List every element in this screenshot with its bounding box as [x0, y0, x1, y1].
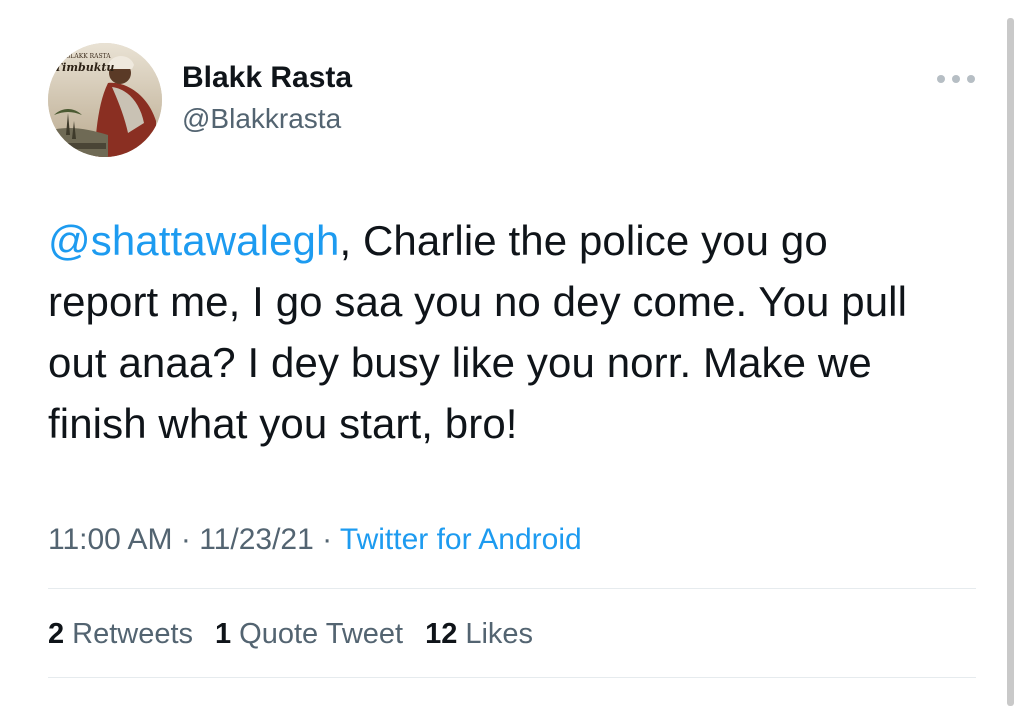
more-horizontal-icon-dot [967, 75, 975, 83]
avatar-caption-top: BLAKK RASTA [66, 53, 111, 60]
likes-label: Likes [465, 618, 534, 650]
engagement-stats: 2 Retweets 1 Quote Tweet 12 Likes [48, 614, 555, 654]
divider [48, 588, 976, 589]
more-horizontal-icon [937, 75, 945, 83]
meta-separator: · [322, 523, 333, 556]
more-horizontal-icon-dot [952, 75, 960, 83]
likes-stat[interactable]: 12 Likes [425, 614, 533, 654]
meta-separator: · [180, 523, 191, 556]
retweets-count: 2 [48, 618, 65, 650]
more-options-button[interactable] [934, 66, 978, 92]
retweets-label: Retweets [72, 618, 194, 650]
scrollbar[interactable] [1007, 18, 1014, 706]
author-name[interactable]: Blakk Rasta [182, 60, 352, 96]
quote-tweets-stat[interactable]: 1 Quote Tweet [215, 614, 403, 654]
tweet-time[interactable]: 11:00 AM [48, 523, 173, 556]
retweets-stat[interactable]: 2 Retweets [48, 614, 193, 654]
divider [48, 677, 976, 678]
author-handle[interactable]: @Blakkrasta [182, 102, 341, 136]
tweet-card: BLAKK RASTA Timbuktu Blakk Rasta @Blakkr… [0, 0, 1024, 706]
author-avatar[interactable]: BLAKK RASTA Timbuktu [48, 43, 162, 157]
likes-count: 12 [425, 618, 458, 650]
tweet-meta: 11:00 AM · 11/23/21 · Twitter for Androi… [48, 520, 582, 560]
avatar-caption-title: Timbuktu [54, 61, 115, 74]
tweet-date[interactable]: 11/23/21 [199, 523, 314, 556]
tweet-text: @shattawalegh, Charlie the police you go… [48, 210, 948, 454]
quotes-count: 1 [215, 618, 232, 650]
quotes-label: Quote Tweet [239, 618, 404, 650]
mention-link[interactable]: @shattawalegh [48, 217, 339, 264]
tweet-source-link[interactable]: Twitter for Android [340, 523, 582, 556]
